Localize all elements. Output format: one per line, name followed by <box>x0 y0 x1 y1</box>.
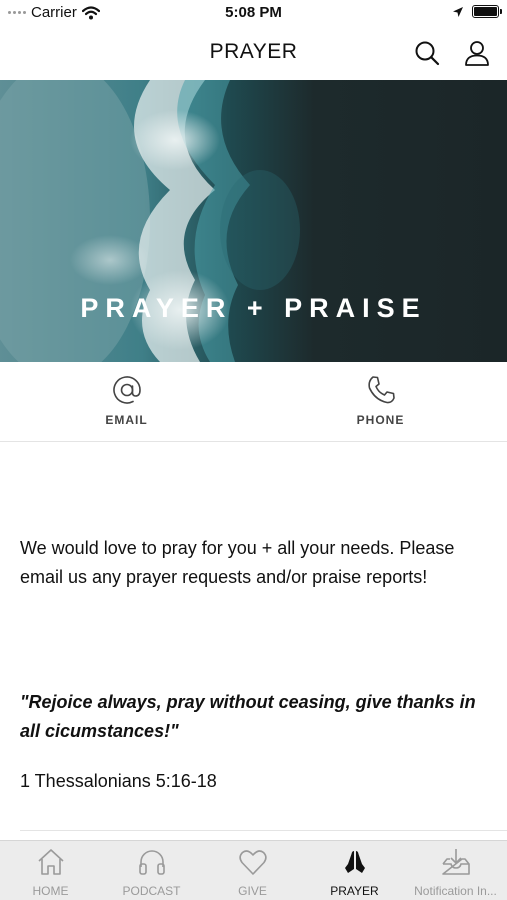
hero-banner: PRAYER + PRAISE <box>0 80 507 362</box>
scripture-reference: 1 Thessalonians 5:16-18 <box>20 771 217 791</box>
tab-prayer[interactable]: PRAYER <box>304 841 405 900</box>
content-body: We would love to pray for you + all your… <box>20 534 480 592</box>
phone-button[interactable]: PHONE <box>254 362 507 442</box>
tab-podcast-label: PODCAST <box>122 884 181 898</box>
phone-label: PHONE <box>356 413 405 427</box>
content-divider <box>20 830 507 831</box>
phone-icon <box>368 376 395 404</box>
tab-home[interactable]: HOME <box>0 841 101 900</box>
email-label: EMAIL <box>105 413 148 427</box>
location-arrow-icon <box>453 6 463 17</box>
home-icon <box>38 849 64 875</box>
heart-icon <box>239 850 267 875</box>
battery-icon <box>472 5 502 18</box>
email-button[interactable]: EMAIL <box>0 362 253 442</box>
scripture-quote: "Rejoice always, pray without ceasing, g… <box>20 692 476 741</box>
headphones-icon <box>139 850 165 875</box>
at-sign-icon <box>113 376 141 404</box>
tab-bar: HOME PODCAST GIVE PRAYER Notification In… <box>0 840 507 900</box>
profile-icon[interactable] <box>463 39 491 67</box>
praying-hands-icon <box>345 851 365 873</box>
status-time: 5:08 PM <box>225 4 282 21</box>
contact-options: EMAIL PHONE <box>0 362 507 442</box>
inbox-download-icon <box>442 849 470 875</box>
tab-podcast[interactable]: PODCAST <box>101 841 202 900</box>
tab-notification-inbox[interactable]: Notification In... <box>405 841 506 900</box>
status-bar: Carrier 5:08 PM <box>0 0 507 26</box>
tab-notification-label: Notification In... <box>414 884 497 898</box>
tab-prayer-label: PRAYER <box>330 884 379 898</box>
tab-give[interactable]: GIVE <box>202 841 303 900</box>
tab-give-label: GIVE <box>238 884 267 898</box>
hero-title: PRAYER + PRAISE <box>80 293 427 323</box>
status-right <box>452 5 502 18</box>
search-icon[interactable] <box>413 39 441 67</box>
tab-home-label: HOME <box>32 884 69 898</box>
intro-paragraph: We would love to pray for you + all your… <box>20 538 455 587</box>
app-header: PRAYER <box>0 26 507 80</box>
